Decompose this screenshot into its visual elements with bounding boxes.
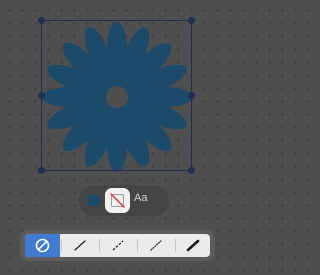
line-style-option-dotted[interactable]	[138, 234, 174, 257]
line-style-option-thick-solid[interactable]	[176, 234, 210, 257]
selection-handle-right-middle[interactable]	[188, 92, 195, 99]
text-style-button[interactable]: Aa	[134, 192, 147, 204]
line-style-option-thin-solid[interactable]	[62, 234, 98, 257]
dotted-line-icon	[150, 240, 162, 251]
line-style-option-dashed[interactable]	[100, 234, 136, 257]
flower-center-hole	[106, 86, 128, 108]
dashed-line-icon	[112, 240, 124, 251]
stroke-color-button[interactable]	[105, 188, 130, 213]
shape-style-popover: Aa	[79, 185, 169, 216]
selection-handle-bottom-right[interactable]	[188, 167, 195, 174]
line-style-segmented-control	[25, 234, 210, 257]
no-line-icon	[35, 238, 50, 253]
thin-line-icon	[74, 240, 86, 251]
flower-shape[interactable]	[42, 22, 192, 172]
selection-handle-top-right[interactable]	[188, 17, 195, 24]
selection-handle-bottom-left[interactable]	[38, 167, 45, 174]
thick-line-icon	[186, 239, 200, 252]
fill-color-swatch[interactable]	[87, 194, 100, 207]
no-stroke-icon	[110, 193, 125, 208]
selection-handle-top-left[interactable]	[38, 17, 45, 24]
line-style-toolbar	[20, 230, 215, 261]
line-style-option-none[interactable]	[25, 234, 60, 257]
selection-handle-left-middle[interactable]	[38, 92, 45, 99]
flower-shape-layer	[41, 20, 192, 172]
